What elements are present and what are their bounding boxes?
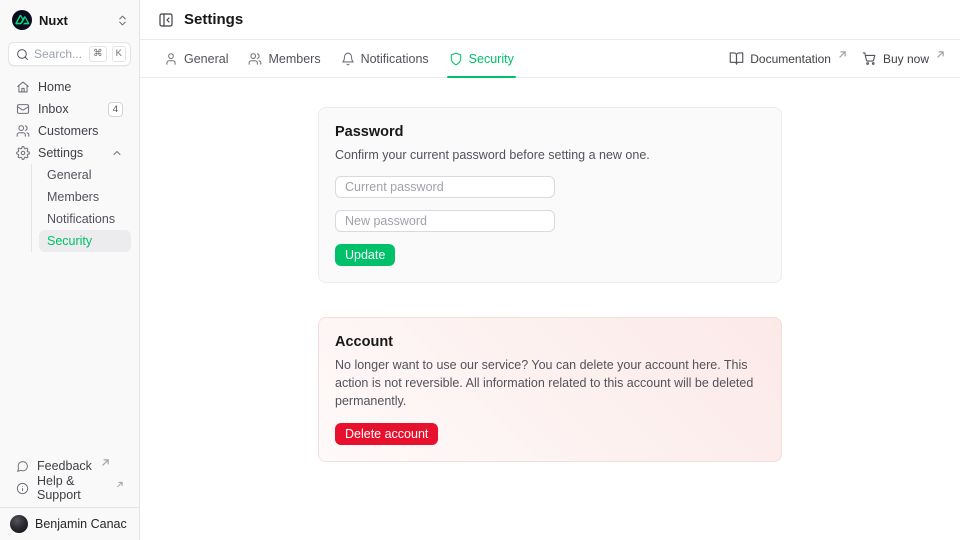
search-icon	[16, 48, 29, 61]
workspace-switcher[interactable]: Nuxt	[0, 0, 139, 39]
inbox-count-badge: 4	[108, 102, 123, 117]
avatar	[10, 515, 28, 533]
buy-now-label: Buy now	[883, 52, 929, 66]
new-password-field[interactable]	[335, 210, 555, 232]
user-name: Benjamin Canac	[35, 517, 127, 531]
account-card: Account No longer want to use our servic…	[318, 317, 782, 461]
sidebar-item-security[interactable]: Security	[39, 230, 131, 252]
user-menu[interactable]: Benjamin Canac	[0, 507, 139, 540]
search-placeholder: Search...	[34, 47, 84, 61]
settings-security-content: Password Confirm your current password b…	[140, 78, 960, 540]
sidebar-item-notifications[interactable]: Notifications	[39, 208, 131, 230]
nuxt-logo-icon	[12, 10, 32, 30]
password-card-title: Password	[335, 124, 765, 140]
users-icon	[16, 124, 30, 138]
gear-icon	[16, 146, 30, 160]
settings-tabbar: General Members Notifications Securi	[140, 40, 960, 78]
bell-icon	[341, 52, 355, 66]
external-link-icon	[937, 51, 944, 58]
tab-label: Members	[268, 52, 320, 66]
buy-now-link[interactable]: Buy now	[862, 51, 944, 66]
tab-label: General	[184, 52, 228, 66]
page-header: Settings	[140, 0, 960, 40]
shield-icon	[449, 52, 463, 66]
documentation-label: Documentation	[750, 52, 831, 66]
tab-members[interactable]: Members	[248, 40, 320, 77]
collapse-sidebar-icon[interactable]	[158, 12, 174, 28]
user-icon	[164, 52, 178, 66]
delete-account-button[interactable]: Delete account	[335, 423, 438, 445]
tab-general[interactable]: General	[164, 40, 228, 77]
tab-label: Notifications	[361, 52, 429, 66]
sidebar-item-general[interactable]: General	[39, 164, 131, 186]
sidebar-item-inbox[interactable]: Inbox 4	[8, 98, 131, 120]
chevrons-up-down-icon	[116, 14, 129, 27]
tab-security[interactable]: Security	[449, 40, 514, 77]
sidebar-item-label: Inbox	[38, 102, 69, 116]
sidebar-item-label: Home	[38, 80, 71, 94]
home-icon	[16, 80, 30, 94]
sidebar-footer-links: Feedback Help & Support	[0, 455, 139, 507]
tabs: General Members Notifications Securi	[164, 40, 514, 77]
book-open-icon	[729, 51, 744, 66]
shopping-cart-icon	[862, 51, 877, 66]
documentation-link[interactable]: Documentation	[729, 51, 846, 66]
page-title: Settings	[184, 11, 243, 28]
account-card-title: Account	[335, 334, 765, 350]
external-link-icon	[839, 51, 846, 58]
sidebar-item-settings[interactable]: Settings	[8, 142, 131, 164]
sidebar-item-home[interactable]: Home	[8, 76, 131, 98]
sidebar-item-members[interactable]: Members	[39, 186, 131, 208]
sidebar-nav: Home Inbox 4 Customers Settings	[0, 76, 139, 164]
external-link-icon	[102, 459, 109, 466]
tab-label: Security	[469, 52, 514, 66]
tab-notifications[interactable]: Notifications	[341, 40, 429, 77]
sidebar: Nuxt Search... ⌘ K Home Inbox 4	[0, 0, 140, 540]
settings-subnav: General Members Notifications Security	[31, 164, 131, 252]
password-card: Password Confirm your current password b…	[318, 107, 782, 283]
help-support-link[interactable]: Help & Support	[8, 477, 131, 499]
chevron-up-icon	[111, 147, 123, 159]
help-support-label: Help & Support	[37, 474, 107, 502]
users-icon	[248, 52, 262, 66]
sidebar-item-label: Customers	[38, 124, 98, 138]
mail-icon	[16, 102, 30, 116]
feedback-label: Feedback	[37, 459, 92, 473]
message-circle-icon	[16, 460, 29, 473]
workspace-name: Nuxt	[39, 13, 109, 28]
account-card-description: No longer want to use our service? You c…	[335, 356, 765, 410]
kbd-k: K	[112, 46, 126, 61]
sidebar-item-customers[interactable]: Customers	[8, 120, 131, 142]
sidebar-item-label: Settings	[38, 146, 83, 160]
current-password-field[interactable]	[335, 176, 555, 198]
header-links: Documentation Buy now	[729, 51, 944, 66]
external-link-icon	[117, 481, 123, 488]
info-icon	[16, 482, 29, 495]
kbd-meta: ⌘	[89, 46, 107, 61]
password-card-description: Confirm your current password before set…	[335, 146, 765, 164]
search-input[interactable]: Search... ⌘ K	[8, 42, 131, 66]
sidebar-spacer	[0, 252, 139, 455]
main-panel: Settings General Members Notifi	[140, 0, 960, 540]
update-password-button[interactable]: Update	[335, 244, 395, 266]
